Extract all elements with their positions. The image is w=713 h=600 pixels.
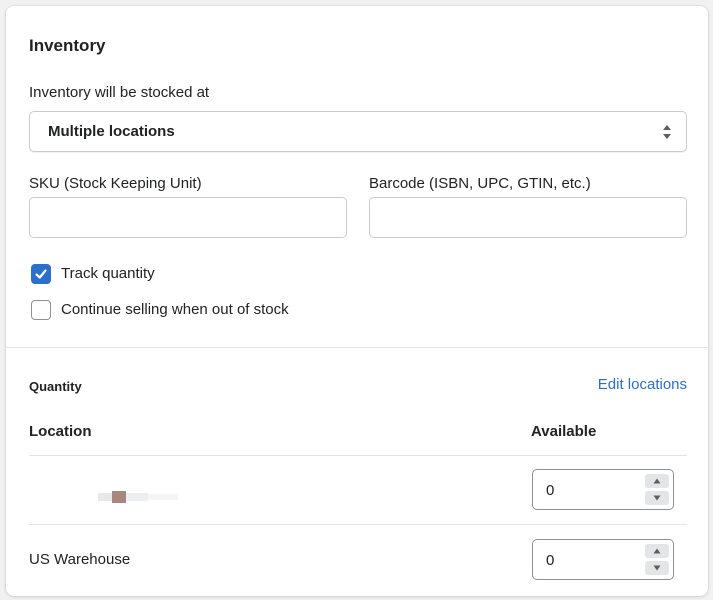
stocked-at-select[interactable]: Multiple locations: [29, 111, 687, 152]
increment-button[interactable]: [645, 544, 669, 558]
select-arrows-icon: [663, 125, 671, 139]
barcode-input[interactable]: [369, 197, 687, 238]
barcode-label: Barcode (ISBN, UPC, GTIN, etc.): [369, 175, 591, 192]
continue-selling-checkbox[interactable]: [31, 300, 51, 320]
increment-button[interactable]: [645, 474, 669, 488]
edit-locations-link[interactable]: Edit locations: [598, 376, 687, 393]
track-quantity-checkbox[interactable]: [31, 264, 51, 284]
continue-selling-label: Continue selling when out of stock: [61, 301, 289, 318]
section-divider: [6, 347, 708, 348]
decrement-button[interactable]: [645, 491, 669, 505]
caret-down-icon: [653, 495, 661, 501]
stocked-at-label: Inventory will be stocked at: [29, 84, 210, 101]
caret-up-icon: [653, 478, 661, 484]
available-quantity-input[interactable]: 0: [532, 469, 674, 510]
quantity-heading: Quantity: [29, 379, 82, 394]
caret-down-icon: [653, 565, 661, 571]
stocked-at-value: Multiple locations: [48, 123, 175, 140]
caret-up-icon: [653, 548, 661, 554]
sku-label: SKU (Stock Keeping Unit): [29, 175, 202, 192]
table-row: US Warehouse 0: [29, 525, 687, 596]
available-quantity-value: 0: [546, 552, 555, 569]
sku-input[interactable]: [29, 197, 347, 238]
checkmark-icon: [35, 269, 47, 279]
inventory-card: Inventory Inventory will be stocked at M…: [6, 6, 708, 596]
available-quantity-input[interactable]: 0: [532, 539, 674, 580]
row-location-name: US Warehouse: [29, 551, 131, 568]
redacted-location-name: [98, 491, 178, 503]
available-quantity-value: 0: [546, 482, 555, 499]
track-quantity-label: Track quantity: [61, 265, 155, 282]
location-column-header: Location: [29, 423, 92, 440]
decrement-button[interactable]: [645, 561, 669, 575]
card-title: Inventory: [29, 36, 106, 55]
available-column-header: Available: [531, 423, 597, 440]
table-row: 0: [29, 456, 687, 524]
